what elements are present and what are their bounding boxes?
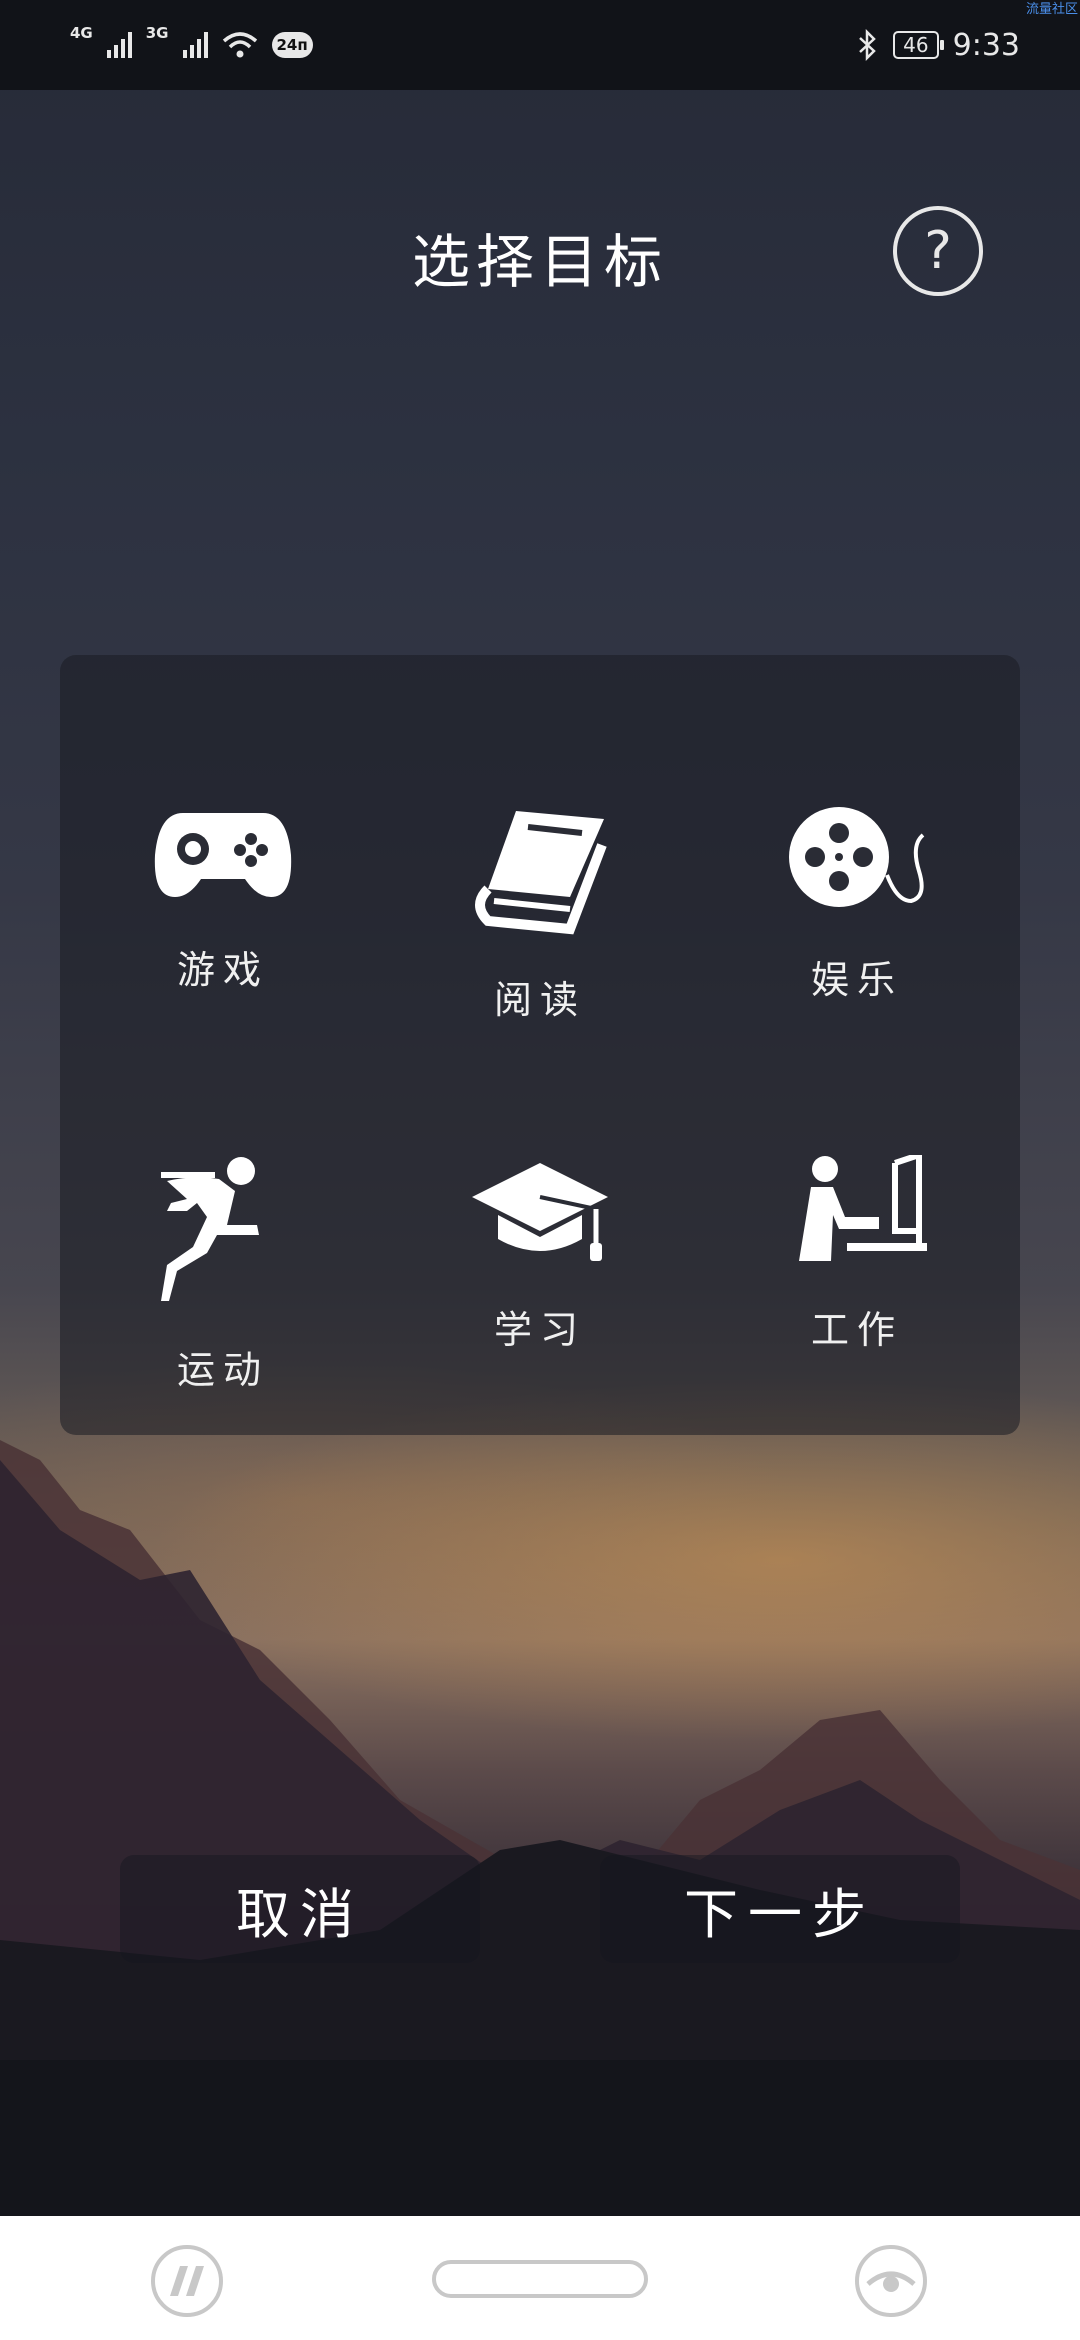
goal-label-reading: 阅读 (493, 978, 586, 1022)
next-button-label: 下一步 (684, 1882, 876, 1946)
bluetooth-icon (859, 29, 876, 61)
status-bar: 4G 3G 24п 46 9:33 流量社区 (0, 0, 1080, 90)
app-logo-icon[interactable] (150, 2244, 224, 2318)
goal-item-study[interactable]: 学习 (387, 1155, 693, 1415)
watermark-text: 流量社区 (1025, 2, 1078, 17)
question-circle-icon: ? (924, 221, 952, 281)
goal-label-sport: 运动 (176, 1348, 269, 1392)
goal-grid: 游戏 阅读 娱乐 运动 学习 工作 (60, 655, 1020, 1435)
graduation-cap-icon (472, 1163, 608, 1261)
eye-icon[interactable] (854, 2244, 928, 2318)
goal-item-entertainment[interactable]: 娱乐 (704, 805, 1010, 1065)
mountain-silhouette (0, 1440, 1080, 2216)
film-reel-icon (789, 807, 925, 907)
person-at-desk-icon (799, 1155, 927, 1261)
goal-label-study: 学习 (493, 1308, 586, 1352)
signal-icon (106, 32, 132, 58)
battery-level: 46 (893, 31, 945, 59)
navigation-bar (0, 2216, 1080, 2340)
signal-icon-2 (182, 32, 208, 58)
cancel-button-label: 取消 (236, 1882, 364, 1946)
next-button[interactable]: 下一步 (600, 1855, 960, 1963)
goal-item-reading[interactable]: 阅读 (387, 805, 693, 1065)
goal-item-work[interactable]: 工作 (704, 1155, 1010, 1415)
help-button[interactable]: ? (893, 206, 983, 296)
goal-label-entertainment: 娱乐 (810, 958, 903, 1002)
network-type-label-2: 3G (145, 24, 169, 42)
gamepad-icon (154, 813, 292, 897)
goal-label-game: 游戏 (176, 948, 269, 992)
wifi-icon (222, 32, 257, 58)
clock: 9:33 (952, 27, 1020, 63)
home-pill[interactable] (432, 2260, 648, 2298)
cancel-button[interactable]: 取消 (120, 1855, 480, 1963)
goal-item-sport[interactable]: 运动 (70, 1155, 376, 1415)
book-icon (475, 811, 607, 935)
goal-item-game[interactable]: 游戏 (70, 805, 376, 1065)
goal-label-work: 工作 (810, 1308, 903, 1352)
data-speed-badge: 24п (271, 32, 313, 58)
network-type-label: 4G (70, 24, 93, 42)
runner-icon (161, 1157, 259, 1301)
